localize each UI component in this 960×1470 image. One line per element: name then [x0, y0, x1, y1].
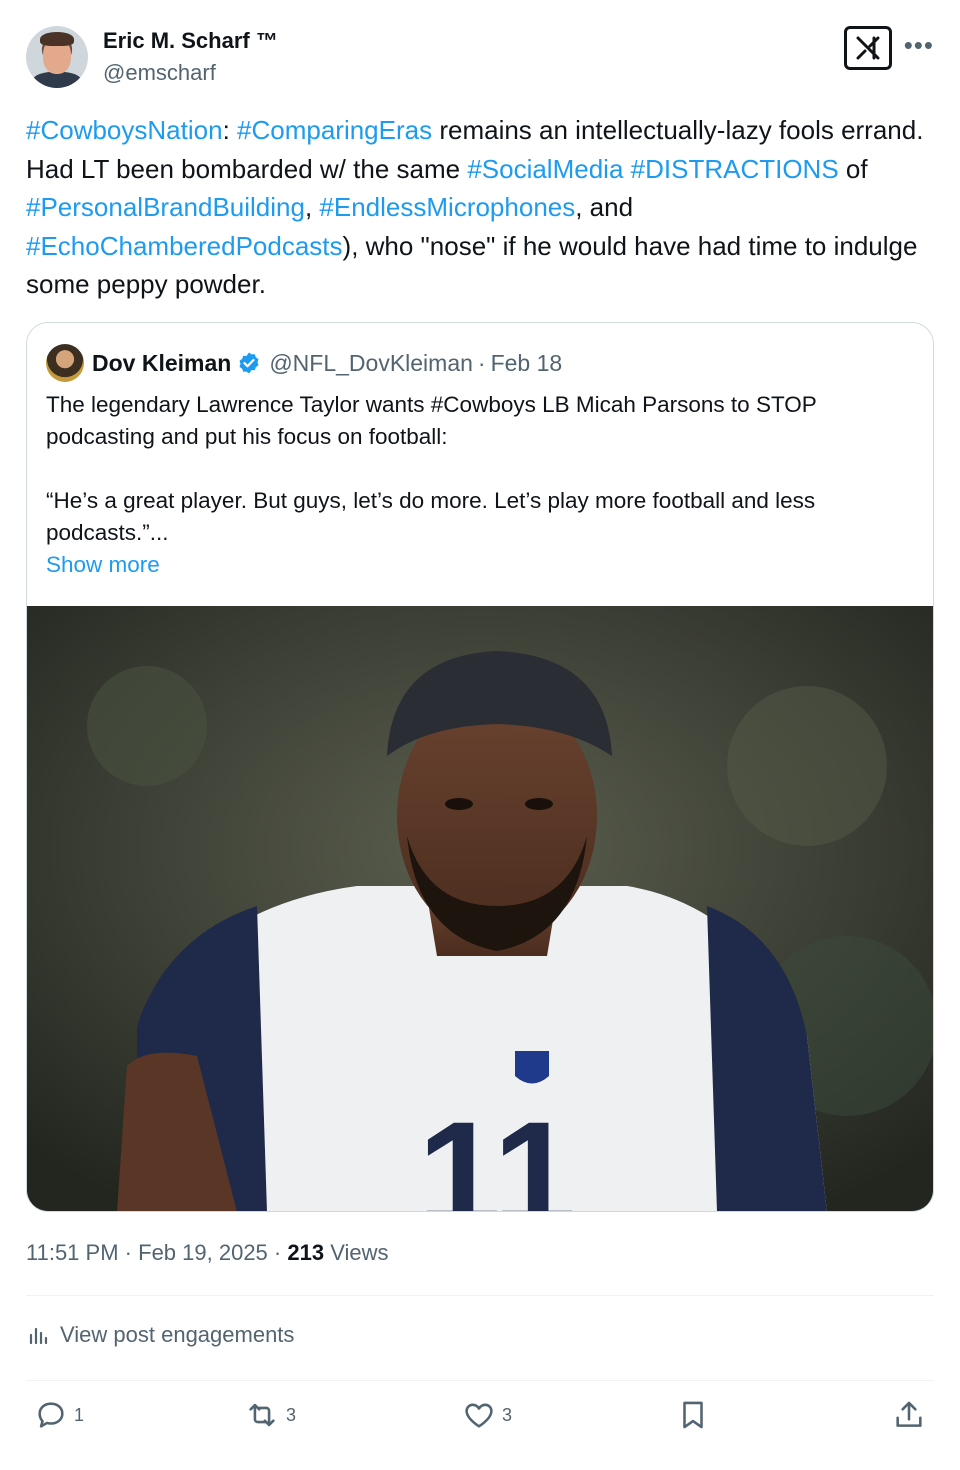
like-button[interactable]: 3: [462, 1398, 512, 1432]
share-button[interactable]: [892, 1398, 932, 1432]
reply-button[interactable]: 1: [34, 1398, 84, 1432]
tweet-text-segment: :: [222, 115, 238, 145]
player-photo: 11: [27, 606, 933, 1212]
bookmark-button[interactable]: [676, 1398, 716, 1432]
hashtag-link[interactable]: #ComparingEras: [237, 115, 432, 145]
divider: [26, 1380, 934, 1381]
like-count: 3: [502, 1404, 513, 1425]
bookmark-icon: [683, 1401, 703, 1429]
author-name[interactable]: Eric M. Scharf ™: [103, 28, 278, 54]
hashtag-link[interactable]: #SocialMedia: [467, 154, 623, 184]
tweet-header: Eric M. Scharf ™ @emscharf •••: [26, 26, 934, 90]
show-more-link[interactable]: Show more: [46, 549, 916, 581]
quoted-date[interactable]: Feb 18: [491, 350, 563, 377]
hashtag-link[interactable]: #CowboysNation: [26, 115, 223, 145]
analytics-icon: [29, 1327, 48, 1345]
hashtag-link[interactable]: #EndlessMicrophones: [319, 192, 575, 222]
meta-separator: ·: [477, 349, 486, 376]
reply-icon: [38, 1402, 64, 1428]
view-engagements-link[interactable]: View post engagements: [26, 1322, 294, 1348]
repost-icon: [249, 1403, 275, 1427]
more-icon[interactable]: •••: [904, 30, 934, 61]
hashtag-link[interactable]: #EchoChamberedPodcasts: [26, 231, 343, 261]
tweet-time[interactable]: 11:51 PM: [26, 1240, 119, 1265]
jersey-number: 11: [418, 1090, 577, 1212]
meta-separator: ·: [124, 1240, 132, 1265]
quoted-author-avatar[interactable]: [46, 344, 84, 382]
share-icon: [896, 1401, 922, 1427]
tweet-text-segment: , and: [575, 192, 634, 222]
hashtag-link[interactable]: #PersonalBrandBuilding: [26, 192, 305, 222]
quoted-text-line: “He’s a great player. But guys, let’s do…: [46, 488, 816, 545]
hashtag-link[interactable]: #DISTRACTIONS: [631, 154, 839, 184]
verified-badge-icon: [239, 352, 259, 374]
quoted-tweet-image[interactable]: 11: [27, 606, 933, 1212]
quoted-tweet-text: The legendary Lawrence Taylor wants #Cow…: [46, 389, 916, 581]
tweet-text-segment: [623, 154, 630, 184]
tweet-text: #CowboysNation: #ComparingEras remains a…: [26, 111, 936, 304]
divider: [26, 1295, 934, 1296]
author-handle[interactable]: @emscharf: [103, 60, 216, 86]
view-engagements-label: View post engagements: [60, 1322, 295, 1347]
tweet-text-segment: ,: [304, 192, 320, 222]
repost-button[interactable]: 3: [244, 1398, 296, 1432]
quoted-tweet-header: Dov Kleiman @NFL_DovKleiman · Feb 18: [46, 343, 562, 383]
quoted-text-line: The legendary Lawrence Taylor wants #Cow…: [46, 392, 817, 449]
tweet-text-segment: of: [838, 153, 868, 184]
reply-count: 1: [74, 1404, 85, 1425]
views-count: 213: [287, 1240, 325, 1265]
repost-count: 3: [286, 1404, 297, 1425]
tweet-date[interactable]: Feb 19, 2025: [138, 1240, 268, 1265]
tweet-meta: 11:51 PM · Feb 19, 2025 · 213 Views: [26, 1240, 389, 1266]
quoted-author-handle[interactable]: @NFL_DovKleiman: [269, 350, 473, 377]
quoted-author-name[interactable]: Dov Kleiman: [92, 350, 231, 377]
grok-icon[interactable]: [844, 26, 892, 70]
author-avatar[interactable]: [26, 26, 88, 88]
tweet-actions: 1 3 3: [26, 1398, 934, 1442]
like-icon: [465, 1403, 493, 1428]
views-label: Views: [330, 1240, 389, 1265]
meta-separator: ·: [273, 1240, 282, 1265]
quoted-tweet[interactable]: Dov Kleiman @NFL_DovKleiman · Feb 18 The…: [26, 322, 934, 1212]
